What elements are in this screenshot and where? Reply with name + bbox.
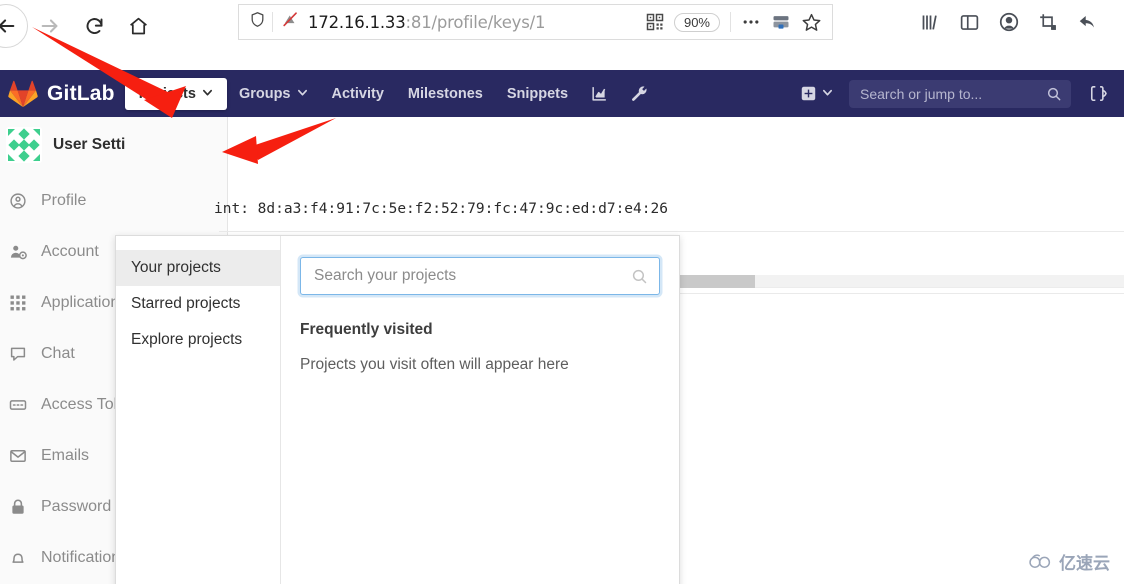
shield-icon[interactable] <box>249 11 266 33</box>
url-host: 172.16.1.33 <box>308 12 406 32</box>
projects-dropdown-panel: Your projects Starred projects Explore p… <box>115 235 680 584</box>
gitlab-brand-text: GitLab <box>47 81 115 105</box>
watermark: 亿速云 <box>1027 549 1110 574</box>
page-body: User Setti Profile Account Applications <box>0 117 1124 584</box>
cloud-logo-icon <box>1029 554 1051 568</box>
chevron-down-icon <box>297 86 308 102</box>
dropdown-item-label: Explore projects <box>131 331 243 348</box>
nav-item-snippets[interactable]: Snippets <box>495 79 580 109</box>
home-icon[interactable] <box>116 4 160 48</box>
frequently-visited-heading: Frequently visited <box>300 321 433 338</box>
nav-item-milestones[interactable]: Milestones <box>396 79 495 109</box>
projects-dropdown-menu: Your projects Starred projects Explore p… <box>116 236 281 584</box>
key-fingerprint-text: int: 8d:a3:f4:91:7c:5e:f2:52:79:fc:47:9c… <box>214 201 668 217</box>
nav-item-projects[interactable]: Projects <box>124 77 227 110</box>
notification-bell-icon <box>8 549 28 567</box>
project-search-box[interactable] <box>300 257 660 295</box>
chat-bubble-icon <box>8 345 28 363</box>
ellipsis-menu-icon[interactable] <box>741 12 761 32</box>
horizontal-scrollbar-thumb[interactable] <box>679 275 755 288</box>
gitlab-logo[interactable]: GitLab <box>8 80 115 108</box>
sidebar-item-label: Account <box>41 242 99 260</box>
global-search-input[interactable] <box>858 84 1046 103</box>
zoom-level-badge[interactable]: 90% <box>673 12 720 32</box>
url-text: 172.16.1.33:81/profile/keys/1 <box>308 13 545 32</box>
url-divider <box>272 12 273 32</box>
search-icon <box>631 268 648 285</box>
password-lock-icon <box>8 498 28 516</box>
gitlab-navbar-right <box>792 78 1124 109</box>
sidebar-icon[interactable] <box>959 12 980 33</box>
library-icon[interactable] <box>920 12 941 33</box>
account-gear-icon <box>8 243 28 261</box>
nav-item-snippets-label: Snippets <box>506 85 569 102</box>
sidebar-header: User Setti <box>0 117 227 175</box>
gitlab-navbar: GitLab Projects Groups Activity Mileston… <box>0 70 1124 117</box>
email-envelope-icon <box>8 447 28 465</box>
undo-icon[interactable] <box>1077 11 1099 33</box>
navigation-buttons <box>0 4 160 48</box>
screenshot-icon[interactable] <box>1038 12 1059 33</box>
browser-right-icons <box>920 4 1099 40</box>
sidebar-item-label: Password <box>41 497 112 515</box>
plus-square-icon <box>801 86 816 101</box>
access-token-icon <box>8 396 28 414</box>
forward-icon[interactable] <box>28 4 72 48</box>
chevron-down-icon <box>202 86 213 102</box>
account-icon[interactable] <box>998 11 1020 33</box>
page-title: User Setti <box>53 136 126 153</box>
nav-item-groups[interactable]: Groups <box>227 79 320 109</box>
sidebar-item-label: Chat <box>41 344 75 362</box>
content-divider <box>219 231 1124 232</box>
gitlab-nav-items: Projects Groups Activity Milestones Snip… <box>124 77 658 110</box>
project-search-input[interactable] <box>312 266 631 286</box>
qr-reader-icon[interactable] <box>646 13 664 31</box>
analytics-chart-icon[interactable] <box>580 77 619 110</box>
nav-item-activity[interactable]: Activity <box>320 79 396 109</box>
projects-dropdown-body: Frequently visited Projects you visit of… <box>281 236 679 584</box>
merge-requests-icon[interactable] <box>1081 78 1116 109</box>
dropdown-item-starred-projects[interactable]: Starred projects <box>116 286 280 322</box>
sidebar-item-profile[interactable]: Profile <box>0 175 227 226</box>
frequently-visited-empty-text: Projects you visit often will appear her… <box>300 356 569 373</box>
profile-icon <box>8 192 28 210</box>
search-icon <box>1046 86 1062 102</box>
actions-divider <box>730 12 731 32</box>
url-path: :81/profile/keys/1 <box>405 12 546 32</box>
url-bar[interactable]: 172.16.1.33:81/profile/keys/1 <box>238 4 593 40</box>
sidebar-item-label: Profile <box>41 191 87 209</box>
watermark-text: 亿速云 <box>1059 554 1110 574</box>
global-search-box[interactable] <box>849 79 1071 108</box>
save-to-pocket-icon[interactable] <box>771 12 791 32</box>
back-icon[interactable] <box>0 4 28 48</box>
admin-wrench-icon[interactable] <box>619 77 658 110</box>
nav-item-projects-label: Projects <box>138 85 196 102</box>
applications-grid-icon <box>8 294 28 312</box>
screenshot-root: 172.16.1.33:81/profile/keys/1 90% GitLab… <box>0 0 1124 584</box>
dropdown-item-label: Your projects <box>131 259 221 276</box>
avatar <box>6 127 42 163</box>
chevron-down-icon <box>822 85 833 103</box>
nav-item-activity-label: Activity <box>331 85 384 102</box>
permissions-blocked-icon[interactable] <box>281 10 300 34</box>
sidebar-item-label: Emails <box>41 446 90 464</box>
url-bar-actions: 90% <box>593 4 833 40</box>
nav-item-groups-label: Groups <box>238 85 291 102</box>
browser-toolbar: 172.16.1.33:81/profile/keys/1 90% <box>0 0 1124 70</box>
gitlab-tanuki-icon <box>8 80 38 107</box>
dropdown-item-explore-projects[interactable]: Explore projects <box>116 322 280 358</box>
new-item-button[interactable] <box>792 79 841 109</box>
dropdown-item-your-projects[interactable]: Your projects <box>116 250 280 286</box>
nav-item-milestones-label: Milestones <box>407 85 483 102</box>
bookmark-star-icon[interactable] <box>801 12 822 33</box>
dropdown-item-label: Starred projects <box>131 295 241 312</box>
reload-icon[interactable] <box>72 4 116 48</box>
